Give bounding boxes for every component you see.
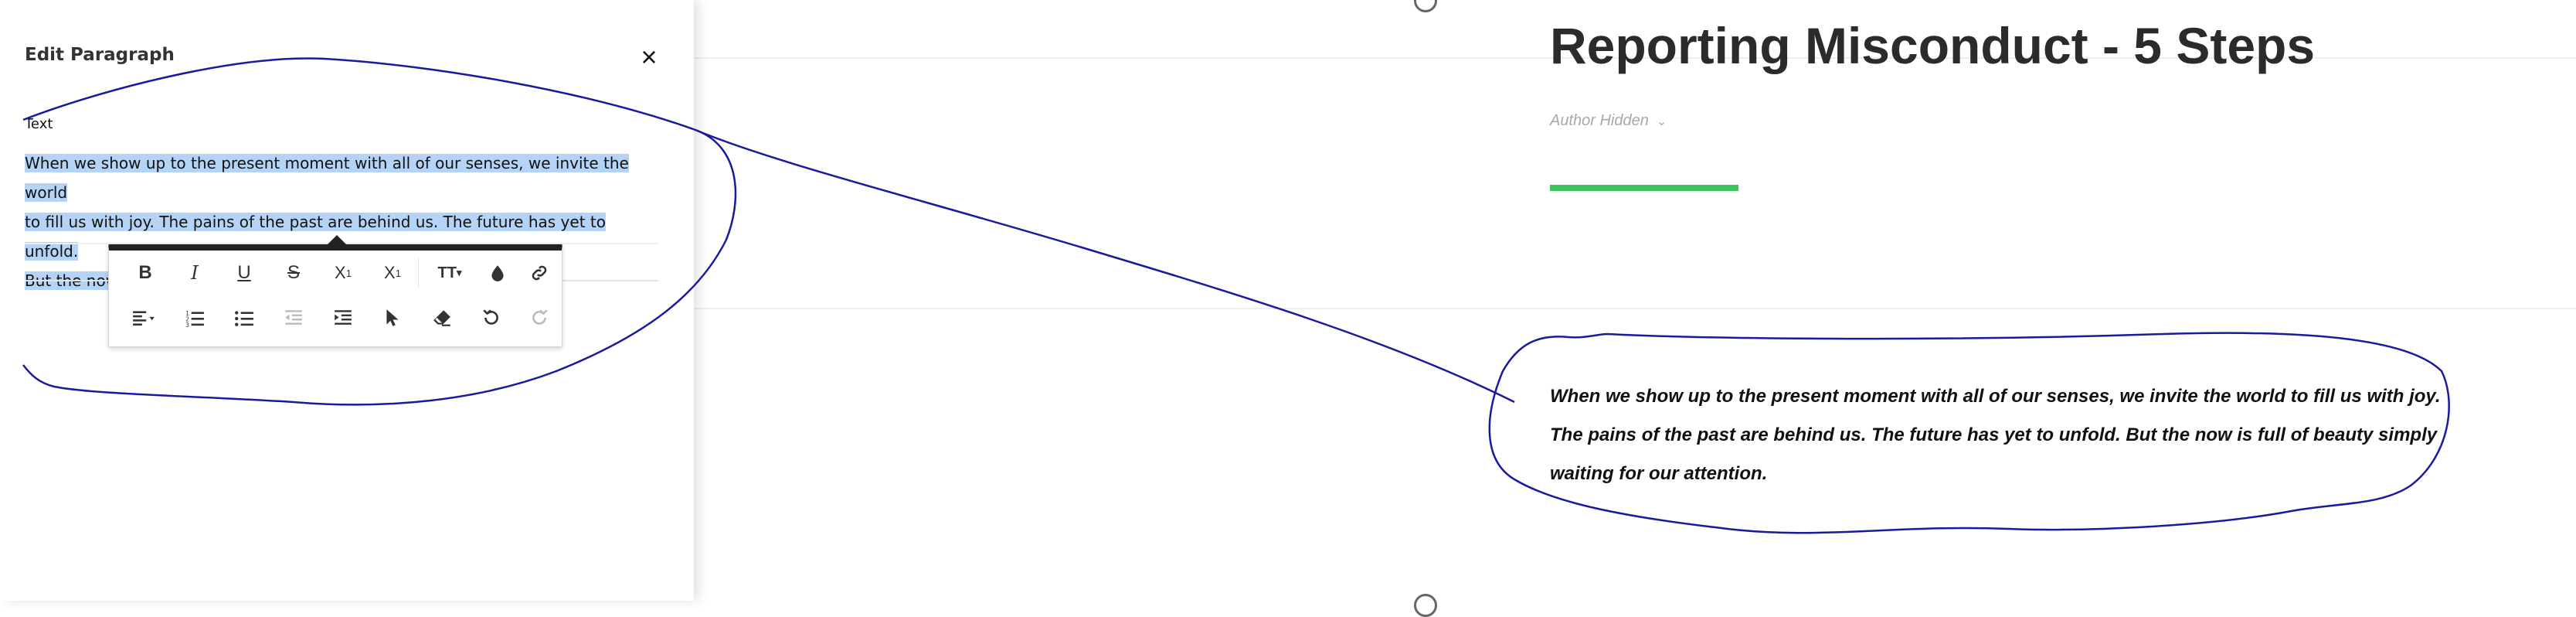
section-divider — [694, 308, 2576, 309]
bullet-list-button[interactable] — [225, 298, 263, 337]
text-color-icon[interactable] — [478, 254, 517, 292]
text-field-label: Text — [25, 116, 53, 132]
section-handle-bottom[interactable] — [1414, 594, 1437, 617]
align-dropdown[interactable] — [118, 298, 169, 337]
superscript-button[interactable]: X1 — [373, 254, 412, 292]
close-icon[interactable]: × — [634, 42, 664, 73]
annotation-connector — [695, 128, 1515, 404]
undo-icon[interactable] — [472, 298, 511, 337]
clear-format-icon[interactable] — [423, 298, 461, 337]
paragraph-block[interactable]: When we show up to the present moment wi… — [1550, 377, 2446, 493]
outdent-button[interactable] — [274, 298, 313, 337]
chevron-down-icon: ⌄ — [1656, 114, 1667, 128]
toolbar-pointer — [328, 235, 346, 244]
underline-button[interactable]: U — [225, 254, 263, 292]
formatting-toolbar: B I U S X1 X1 TT ▾ 123 — [108, 244, 562, 347]
section-handle-top[interactable] — [1414, 0, 1437, 12]
ordered-list-button[interactable]: 123 — [175, 298, 214, 337]
editor-line-1: When we show up to the present moment wi… — [25, 154, 629, 202]
bold-button[interactable]: B — [126, 254, 165, 292]
panel-title: Edit Paragraph — [25, 45, 175, 65]
subscript-button[interactable]: X1 — [324, 254, 362, 292]
svg-text:3: 3 — [185, 322, 189, 328]
link-icon[interactable] — [520, 254, 559, 292]
page-heading: Reporting Misconduct - 5 Steps — [1550, 17, 2316, 74]
heading-accent-bar — [1550, 185, 1738, 191]
strikethrough-button[interactable]: S — [274, 254, 313, 292]
author-selector[interactable]: Author Hidden ⌄ — [1550, 112, 1667, 130]
indent-button[interactable] — [324, 298, 362, 337]
edit-paragraph-panel: Edit Paragraph × Text When we show up to… — [0, 0, 694, 601]
redo-icon[interactable] — [520, 298, 559, 337]
cursor-icon[interactable] — [373, 298, 412, 337]
author-name: Author Hidden — [1550, 112, 1649, 129]
font-size-dropdown[interactable]: TT ▾ — [424, 254, 475, 292]
italic-button[interactable]: I — [175, 254, 214, 292]
